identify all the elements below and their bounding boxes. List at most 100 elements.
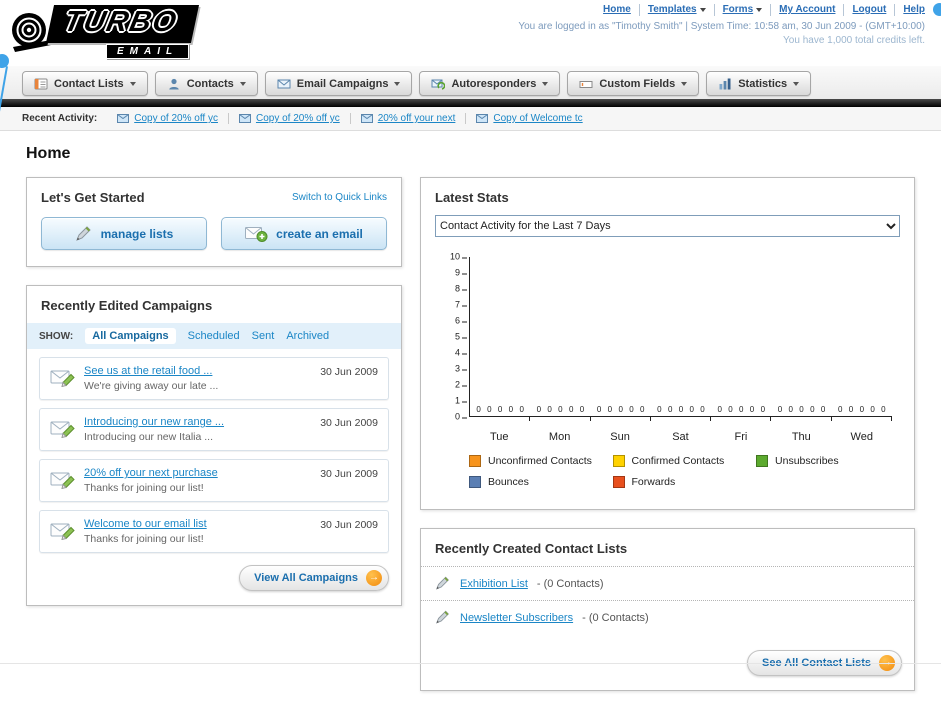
bar-value-label: 0 xyxy=(820,405,826,414)
campaign-link[interactable]: Introducing our new range ... xyxy=(84,416,224,428)
x-axis-label: Wed xyxy=(850,431,873,443)
link-templates[interactable]: Templates xyxy=(640,4,715,16)
filter-archived[interactable]: Archived xyxy=(286,330,329,342)
bar-value-labels: 00000 xyxy=(711,405,771,414)
bar-value-label: 0 xyxy=(547,405,552,414)
legend-label: Unsubscribes xyxy=(775,455,839,467)
chart-category-group: 00000 xyxy=(711,257,772,421)
page-title: Home xyxy=(26,145,71,162)
campaigns-title: Recently Edited Campaigns xyxy=(41,298,213,313)
legend-swatch xyxy=(756,455,769,467)
stats-chart: 0 1 2 3 4 5 6 7 8 9 10 000000000000000000000000000… xyxy=(437,252,902,445)
y-tick-label: 4 xyxy=(454,347,468,358)
legend-swatch xyxy=(612,476,625,488)
contact-list-link[interactable]: Newsletter Subscribers xyxy=(460,612,573,624)
activity-item[interactable]: Copy of Welcome tc xyxy=(466,113,592,124)
legend-item: Forwards xyxy=(612,476,757,488)
legend-swatch xyxy=(469,476,481,488)
recent-activity-label: Recent Activity: xyxy=(22,113,98,124)
header: TURBO EMAIL Home Templates Forms My Acco… xyxy=(0,0,941,66)
filter-all-campaigns[interactable]: All Campaigns xyxy=(85,328,176,344)
arrow-right-icon: → xyxy=(366,570,382,586)
main-content: Home Let's Get Started Switch to Quick L… xyxy=(0,131,941,709)
link-logout-label: Logout xyxy=(852,4,887,15)
link-logout[interactable]: Logout xyxy=(844,4,896,16)
bar-value-label: 0 xyxy=(519,405,524,414)
create-email-button[interactable]: create an email xyxy=(221,217,387,250)
chart-plot: 00000000000000000000000000000000000 xyxy=(469,257,893,421)
logo-text: TURBO xyxy=(61,6,181,38)
legend-item: Unsubscribes xyxy=(756,455,900,467)
campaign-row: Welcome to our email list Thanks for joi… xyxy=(39,510,389,553)
contact-list-count: - (0 Contacts) xyxy=(536,577,604,590)
decoration-dot-right xyxy=(933,3,941,16)
link-help[interactable]: Help xyxy=(895,4,925,16)
tab-contacts[interactable]: Contacts xyxy=(154,71,258,96)
tab-custom-fields[interactable]: Custom Fields xyxy=(567,71,700,96)
activity-link[interactable]: Copy of 20% off yc xyxy=(134,113,218,124)
activity-item[interactable]: 20% off your next xyxy=(351,113,467,124)
campaign-link[interactable]: See us at the retail food ... xyxy=(84,365,212,377)
contact-lists-title: Recently Created Contact Lists xyxy=(435,541,628,556)
bar-value-label: 0 xyxy=(667,405,673,414)
legend-label: Confirmed Contacts xyxy=(631,455,725,467)
chart-category-group: 00000 xyxy=(832,257,893,421)
x-axis-label: Sun xyxy=(610,431,630,443)
link-help-label: Help xyxy=(903,4,925,15)
link-my-account[interactable]: My Account xyxy=(771,4,845,16)
contact-list-link[interactable]: Exhibition List xyxy=(460,578,528,590)
email-icon xyxy=(476,114,489,123)
campaign-link[interactable]: 20% off your next purchase xyxy=(84,467,218,479)
activity-link[interactable]: 20% off your next xyxy=(378,113,456,124)
tab-email-campaigns[interactable]: Email Campaigns xyxy=(264,71,413,96)
tab-contact-lists[interactable]: Contact Lists xyxy=(22,71,148,96)
campaign-row: See us at the retail food ... We're givi… xyxy=(39,357,389,400)
bar-value-labels: 00000 xyxy=(591,405,651,414)
bar-value-label: 0 xyxy=(838,405,843,414)
tab-autoresponders[interactable]: Autoresponders xyxy=(419,71,561,96)
manage-lists-button[interactable]: manage lists xyxy=(41,217,207,250)
bar-value-label: 0 xyxy=(657,405,662,414)
activity-link[interactable]: Copy of 20% off yc xyxy=(256,113,340,124)
chart-category-group: 00000 xyxy=(470,257,531,421)
email-icon xyxy=(117,114,130,123)
y-tick-label: 6 xyxy=(454,315,468,326)
campaign-subject: Introducing our new Italia ... xyxy=(84,431,213,443)
bar-value-label: 0 xyxy=(881,405,886,414)
filter-sent[interactable]: Sent xyxy=(252,330,275,342)
y-tick-label: 0 xyxy=(454,411,468,422)
view-all-campaigns-button[interactable]: View All Campaigns → xyxy=(239,565,389,591)
bar-value-label: 0 xyxy=(508,405,514,414)
bar-value-label: 0 xyxy=(700,405,705,414)
logo-swirl-icon xyxy=(12,13,51,52)
activity-item[interactable]: Copy of 20% off yc xyxy=(107,113,229,124)
email-icon xyxy=(360,114,373,123)
link-home[interactable]: Home xyxy=(595,4,640,16)
filter-scheduled[interactable]: Scheduled xyxy=(188,330,240,342)
chart-category-group: 00000 xyxy=(591,257,652,421)
legend-label: Bounces xyxy=(488,476,529,488)
campaign-link[interactable]: Welcome to our email list xyxy=(84,518,207,530)
chart-category-group: 00000 xyxy=(651,257,712,421)
bar-value-label: 0 xyxy=(739,405,744,414)
chart-category-group: 00000 xyxy=(530,257,591,421)
chart-legend: Unconfirmed Contacts Confirmed Contacts Un… xyxy=(421,445,914,509)
utility-area: Home Templates Forms My Account Logout H… xyxy=(518,4,925,46)
bar-value-label: 0 xyxy=(788,405,793,414)
email-edit-icon xyxy=(50,370,75,388)
activity-item[interactable]: Copy of 20% off yc xyxy=(229,113,351,124)
link-forms[interactable]: Forms xyxy=(715,4,772,16)
switch-quick-links-link[interactable]: Switch to Quick Links xyxy=(292,192,387,203)
campaigns-filter-bar: SHOW: All Campaigns Scheduled Sent Archi… xyxy=(27,323,401,349)
tab-statistics[interactable]: Statistics xyxy=(706,71,812,96)
tab-autoresponders-label: Autoresponders xyxy=(451,77,537,90)
bar-value-label: 0 xyxy=(568,405,574,414)
chart-y-axis: 0 1 2 3 4 5 6 7 8 9 10 xyxy=(437,252,469,421)
x-axis-label: Thu xyxy=(791,431,811,443)
stats-range-select[interactable]: Contact Activity for the Last 7 Days xyxy=(435,215,900,237)
activity-link[interactable]: Copy of Welcome tc xyxy=(493,113,582,124)
app-logo[interactable]: TURBO EMAIL xyxy=(10,3,270,63)
email-edit-icon xyxy=(50,523,75,541)
bar-value-label: 0 xyxy=(689,405,694,414)
legend-item: Bounces xyxy=(469,476,613,488)
